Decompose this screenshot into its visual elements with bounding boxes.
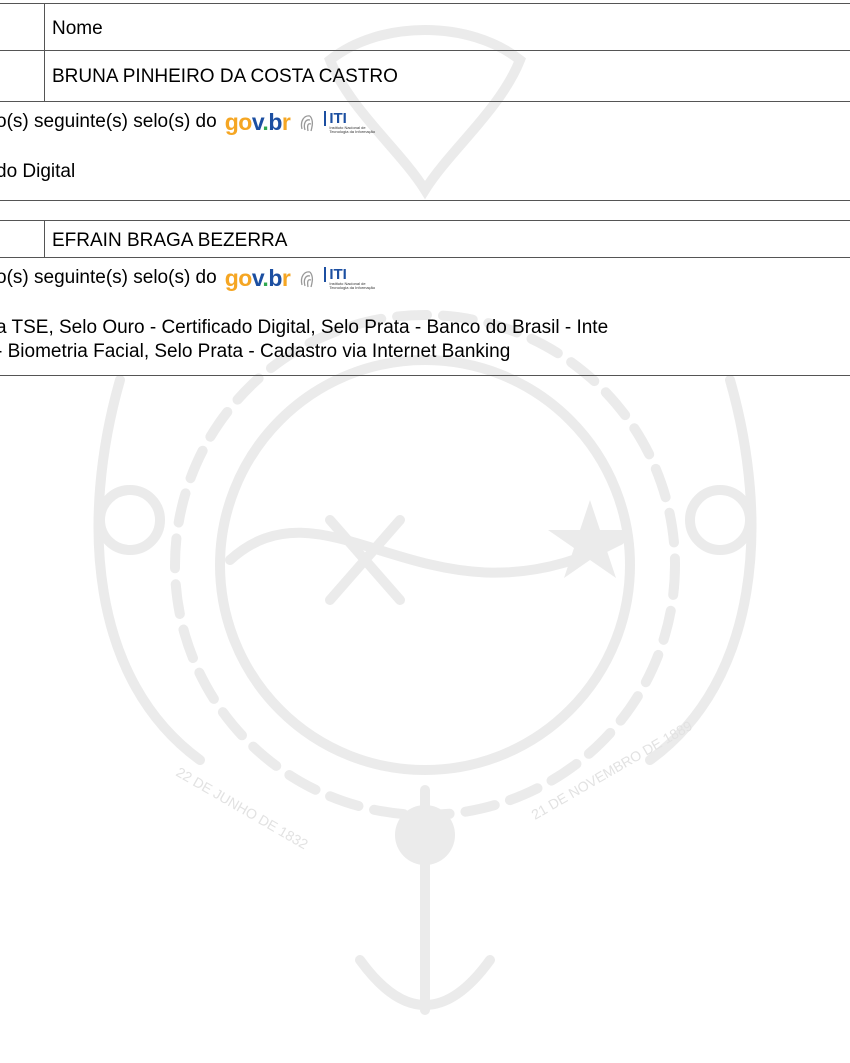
seal-intro-row: o(s) seguinte(s) selo(s) do gov.br ITI I… [0,264,375,292]
govbr-logo: gov.br [224,264,291,291]
signer-name: EFRAIN BRAGA BEZERRA [52,230,288,251]
signature-manifest: Nome BRUNA PINHEIRO DA COSTA CASTRO o(s)… [0,0,850,1063]
table-border-bottom [0,257,850,258]
iti-logo: ITI Instituto Nacional de Tecnologia da … [324,266,375,290]
govbr-logo: gov.br [224,108,291,135]
seal-list-line-1: a TSE, Selo Ouro - Certificado Digital, … [0,317,609,338]
table-border-bottom [0,101,850,102]
section-divider [0,200,850,201]
seal-intro-text: o(s) seguinte(s) selo(s) do [0,111,217,132]
signer-name: BRUNA PINHEIRO DA COSTA CASTRO [52,66,398,87]
seal-intro-row: o(s) seguinte(s) selo(s) do gov.br ITI I… [0,108,375,136]
seal-list: do Digital [0,161,76,182]
name-column-header: Nome [52,18,103,39]
table-border-top [0,3,850,4]
seal-list-line-2: - Biometria Facial, Selo Prata - Cadastr… [0,341,511,362]
table-border-top [0,220,850,221]
table-column-divider [44,3,45,101]
section-divider [0,375,850,376]
table-column-divider [44,220,45,257]
fingerprint-icon [301,271,314,288]
table-row-divider [0,50,850,51]
seal-intro-text: o(s) seguinte(s) selo(s) do [0,267,217,288]
iti-logo: ITI Instituto Nacional de Tecnologia da … [324,110,375,134]
fingerprint-icon [301,115,314,132]
